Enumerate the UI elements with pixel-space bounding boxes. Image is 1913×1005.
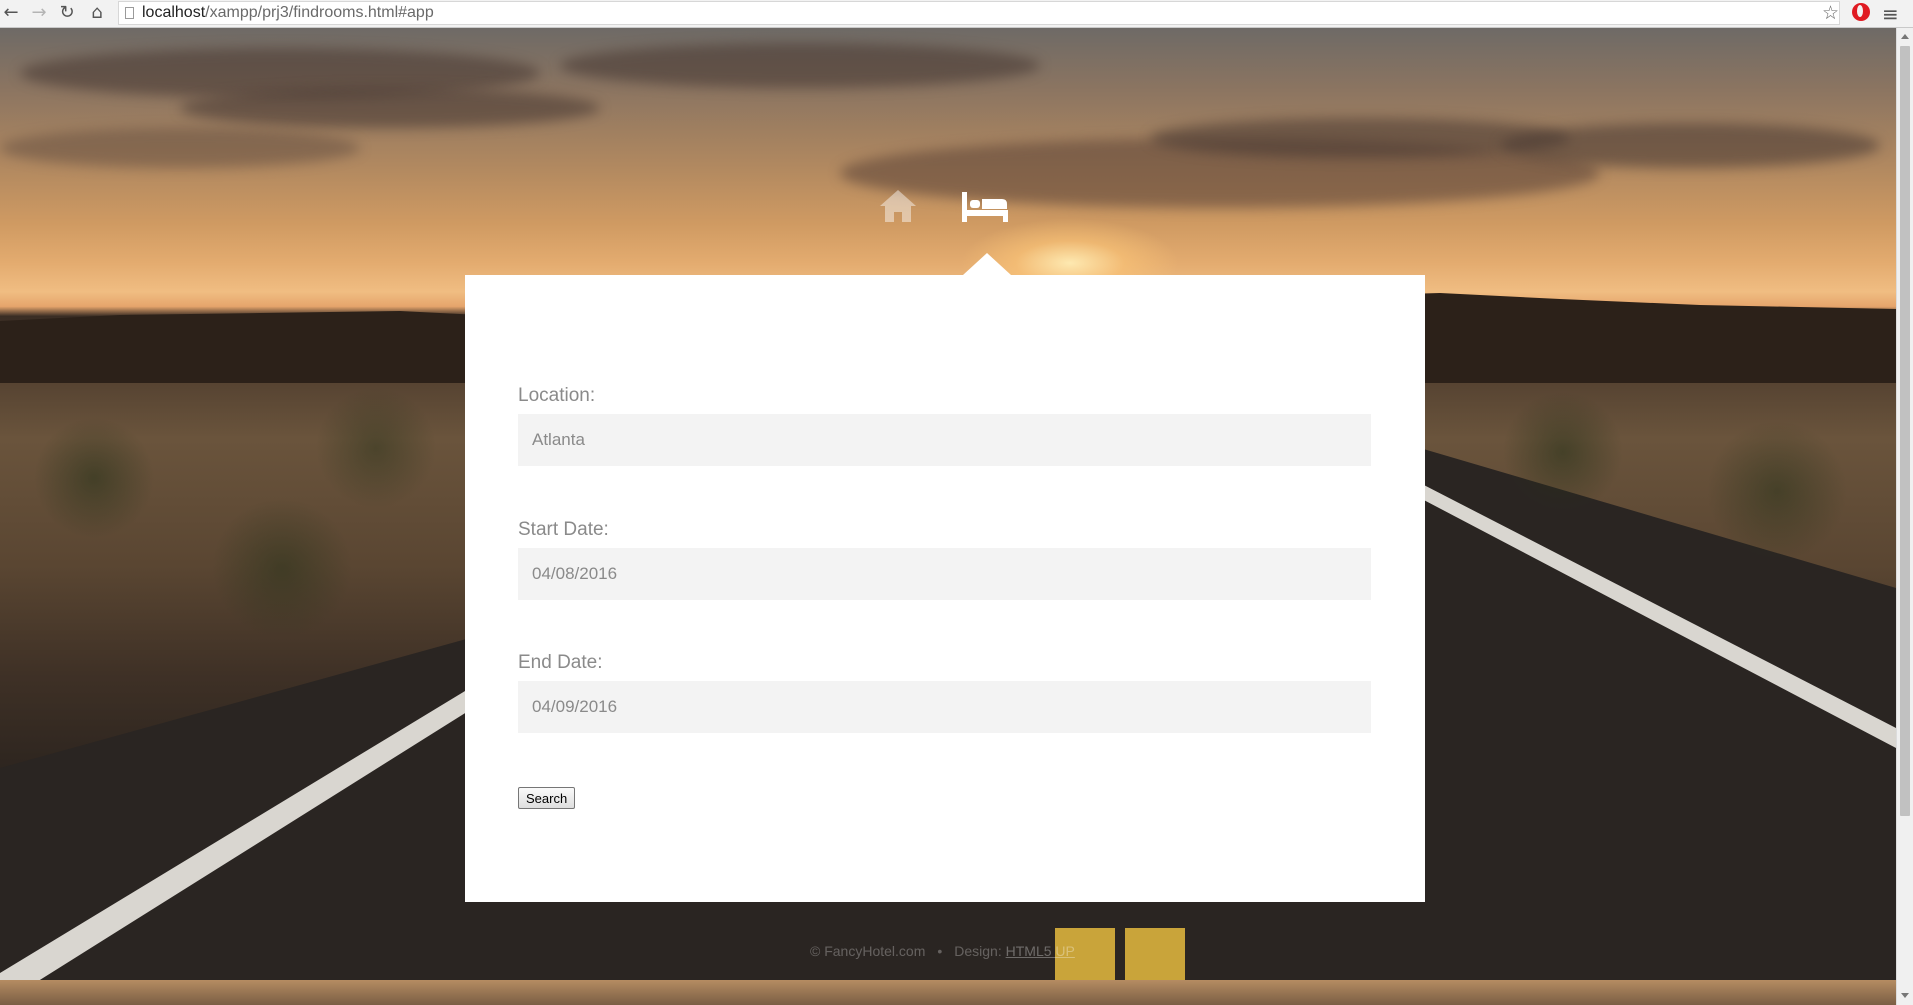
forward-icon[interactable]: → [28, 2, 50, 24]
url-text: localhost/xampp/prj3/findrooms.html#app [142, 4, 434, 22]
find-rooms-panel: Location: Start Date: End Date: Search [465, 275, 1425, 902]
home-page-icon[interactable]: ⌂ [86, 2, 108, 24]
active-tab-pointer [963, 253, 1011, 275]
opera-icon[interactable] [1852, 3, 1870, 21]
bushes-right [1420, 348, 1896, 608]
bushes-left [0, 358, 470, 658]
footer-separator: • [937, 943, 943, 959]
location-input[interactable] [518, 414, 1371, 466]
end-date-label: End Date: [518, 652, 603, 673]
scroll-down-icon[interactable] [1901, 993, 1909, 998]
page-icon [125, 7, 134, 19]
footer-design-prefix: Design: [954, 943, 1002, 959]
home-icon[interactable] [878, 188, 918, 224]
footer-copyright: © FancyHotel.com [810, 943, 926, 959]
vertical-scrollbar[interactable] [1896, 28, 1913, 1005]
back-icon[interactable]: ← [0, 2, 22, 24]
footer-design-link[interactable]: HTML5 UP [1006, 943, 1075, 959]
url-path: /xampp/prj3/findrooms.html#app [205, 4, 434, 21]
address-bar[interactable]: localhost/xampp/prj3/findrooms.html#app [118, 1, 1840, 25]
footer: © FancyHotel.com • Design: HTML5 UP [810, 943, 1075, 959]
page-bottom-strip [0, 980, 1896, 1005]
start-date-input[interactable] [518, 548, 1371, 600]
search-button[interactable]: Search [518, 787, 576, 809]
url-host: localhost [142, 4, 206, 21]
scroll-thumb[interactable] [1900, 46, 1910, 816]
bed-icon[interactable] [960, 190, 1010, 224]
bookmark-star-icon[interactable]: ☆ [1822, 2, 1839, 24]
start-date-label: Start Date: [518, 519, 609, 540]
location-label: Location: [518, 385, 596, 406]
end-date-input[interactable] [518, 681, 1371, 733]
reload-icon[interactable]: ↻ [56, 2, 78, 24]
browser-toolbar: ← → ↻ ⌂ localhost/xampp/prj3/findrooms.h… [0, 0, 1913, 28]
scroll-up-icon[interactable] [1901, 34, 1909, 39]
menu-icon[interactable]: ≡ [1882, 2, 1899, 26]
